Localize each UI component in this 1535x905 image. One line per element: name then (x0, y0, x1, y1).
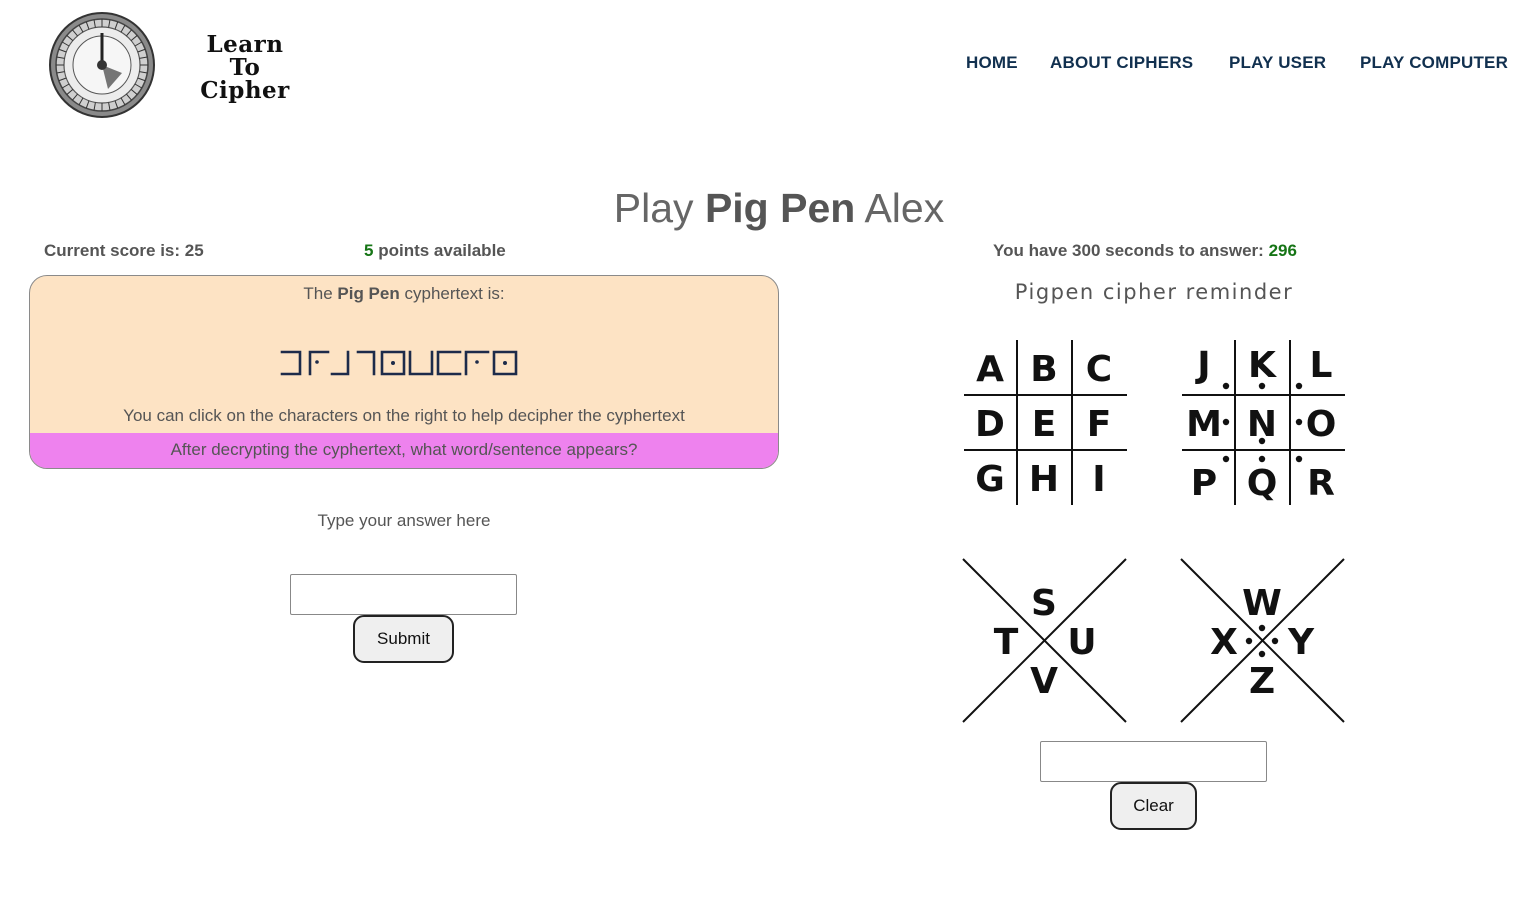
submit-button[interactable]: Submit (353, 615, 454, 663)
reminder-title: Pigpen cipher reminder (1014, 280, 1294, 304)
pigpen-letter-q[interactable]: Q (1247, 463, 1278, 504)
title-prefix: Play (613, 185, 694, 231)
pigpen-glyph (280, 350, 302, 376)
pigpen-letter-y[interactable]: Y (1287, 622, 1315, 663)
nav-home[interactable]: HOME (966, 53, 1018, 73)
points-label: points available (378, 241, 506, 260)
page-title: Play Pig Pen Alex (0, 185, 1535, 232)
pigpen-letter-h[interactable]: H (1029, 459, 1059, 500)
score-value: 25 (184, 241, 204, 260)
pigpen-letter-z[interactable]: Z (1249, 661, 1275, 702)
pigpen-letter-i[interactable]: I (1092, 459, 1105, 500)
pigpen-reminder-chart: A B C D E F G H I J K L M N O P Q R ST UV WX YZ (962, 340, 1345, 723)
pigpen-letter-u[interactable]: U (1067, 622, 1096, 663)
pigpen-letter-x[interactable]: X (1210, 622, 1238, 663)
points-available: 5 points available (364, 241, 506, 261)
pigpen-letter-b[interactable]: B (1030, 349, 1057, 390)
title-player: Alex (864, 185, 945, 231)
pigpen-letter-n[interactable]: N (1247, 404, 1277, 445)
main-nav: HOME ABOUT CIPHERS PLAY USER PLAY COMPUT… (0, 53, 1535, 77)
pigpen-glyph (308, 350, 330, 376)
cyphertext-glyphs (280, 350, 518, 376)
nav-about-ciphers[interactable]: ABOUT CIPHERS (1050, 53, 1193, 73)
pigpen-letter-w[interactable]: W (1242, 583, 1282, 624)
pigpen-letter-j[interactable]: J (1194, 345, 1210, 386)
pigpen-glyph (330, 350, 350, 376)
pigpen-letter-p[interactable]: P (1191, 463, 1217, 504)
pigpen-glyph (408, 350, 434, 376)
answer-input[interactable] (290, 574, 517, 615)
pigpen-glyph (436, 350, 462, 376)
pigpen-letter-d[interactable]: D (975, 404, 1005, 445)
pigpen-glyph-dot (391, 361, 395, 365)
cyphertext-panel: The Pig Pen cyphertext is: You can click… (29, 275, 779, 469)
nav-play-computer[interactable]: PLAY COMPUTER (1360, 53, 1508, 73)
cyphertext-question: After decrypting the cyphertext, what wo… (30, 433, 778, 468)
pigpen-letter-g[interactable]: G (975, 459, 1005, 500)
points-value: 5 (364, 241, 374, 260)
pigpen-letter-s[interactable]: S (1031, 583, 1057, 624)
score-label: Current score is: (44, 241, 181, 260)
current-score: Current score is: 25 (44, 241, 204, 261)
pigpen-glyph-dot (315, 360, 319, 364)
pigpen-letter-e[interactable]: E (1032, 404, 1057, 445)
pigpen-letter-c[interactable]: C (1086, 349, 1112, 390)
cyphertext-help: You can click on the characters on the r… (123, 406, 685, 425)
pigpen-letter-r[interactable]: R (1307, 463, 1335, 504)
logo-line: Cipher (200, 77, 290, 104)
pigpen-letter-a[interactable]: A (976, 349, 1004, 390)
decipher-helper-input[interactable] (1040, 741, 1267, 782)
title-cipher: Pig Pen (704, 185, 856, 231)
clear-button[interactable]: Clear (1110, 782, 1197, 830)
pigpen-letter-m[interactable]: M (1186, 404, 1222, 445)
pigpen-letter-k[interactable]: K (1248, 345, 1277, 386)
nav-play-user[interactable]: PLAY USER (1229, 53, 1326, 73)
pigpen-glyph-dot (475, 360, 479, 364)
pigpen-letter-f[interactable]: F (1087, 404, 1112, 445)
timer-remaining: 296 (1268, 241, 1297, 260)
pigpen-letter-l[interactable]: L (1310, 345, 1333, 386)
answer-label: Type your answer here (317, 511, 491, 530)
pigpen-letter-v[interactable]: V (1030, 661, 1058, 702)
timer-label: You have 300 seconds to answer: (993, 241, 1264, 260)
pigpen-letter-t[interactable]: T (994, 622, 1019, 663)
countdown-timer: You have 300 seconds to answer: 296 (993, 241, 1297, 261)
pigpen-glyph (356, 350, 376, 376)
pigpen-glyph-dot (503, 361, 507, 365)
pigpen-letter-o[interactable]: O (1306, 404, 1337, 445)
